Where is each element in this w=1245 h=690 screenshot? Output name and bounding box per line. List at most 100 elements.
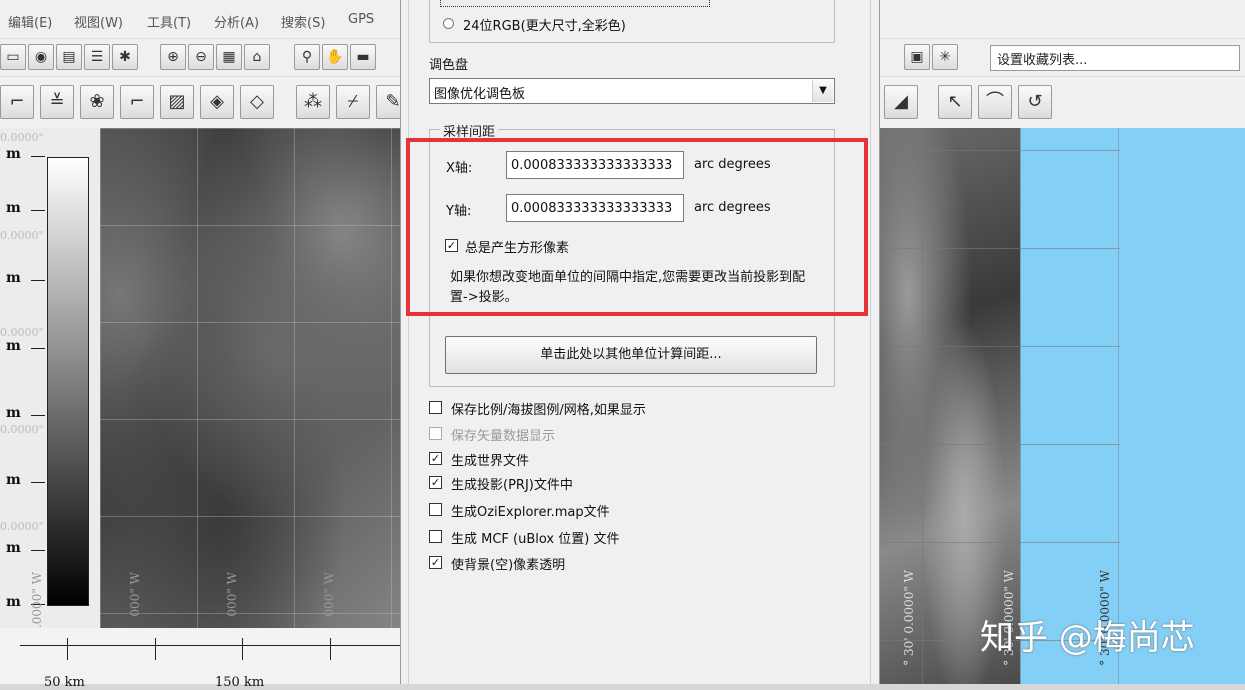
map-bottom-coord: 000" W [322,572,336,617]
legend-unit: m [6,472,21,488]
coord-label: 0.0000" [0,131,44,144]
palette-label: 调色盘 [429,58,469,73]
watermark: 知乎 @梅尚芯 [980,618,1195,658]
transparent-bg-checkbox[interactable]: ✓ [429,556,442,569]
legend-unit: m [6,405,21,421]
toolbar-drawing: ⌐ ≚ ❀ ⌐ ▨ ◈ ◇ ⁂ ⌿ ✎ [0,76,410,129]
scale-tick [155,638,156,660]
toolbar-right-drawing: ◢ ↖ ⌒ ↺ [880,76,1245,129]
ozi-map-checkbox[interactable] [429,503,442,516]
legend-tick [31,280,45,281]
coord-label: 0.0000" [0,229,44,242]
legend-tick [31,210,45,211]
dialog-border [870,0,871,684]
hand-icon[interactable]: ✋ [322,44,348,70]
menu-search[interactable]: 搜索(S) [281,12,325,31]
legend-unit: m [6,200,21,216]
draw-polygon-icon[interactable]: ◈ [200,85,234,119]
legend-tick [31,415,45,416]
tools-icon[interactable]: ✱ [112,44,138,70]
calculate-spacing-button[interactable]: 单击此处以其他单位计算间距... [445,336,817,374]
highlight-box [406,138,868,316]
zoom-out-icon[interactable]: ⊖ [188,44,214,70]
draw-points-icon[interactable]: ⁂ [296,85,330,119]
favorites-dropdown[interactable]: 设置收藏列表... [990,45,1240,71]
menu-edit[interactable]: 编辑(E) [8,12,52,31]
path-tool-icon[interactable]: ⌒ [978,85,1012,119]
transparent-bg-label: 使背景(空)像素透明 [451,558,566,573]
color-24bit-radio[interactable] [443,18,454,29]
book-icon[interactable]: ▣ [904,44,930,70]
draw-line-icon[interactable]: ⌐ [0,85,34,119]
save-vector-label: 保存矢量数据显示 [451,429,556,444]
world-file-label: 生成世界文件 [451,454,530,469]
map-bottom-coord: 0.0000" W [30,572,44,636]
map-grid-right [880,128,1120,684]
scale-tick [330,638,331,660]
coord-label: 0.0000" [0,423,44,436]
toolbar-button[interactable]: ▭ [0,44,26,70]
draw-edit-icon[interactable]: ⌿ [336,85,370,119]
draw-grid-icon[interactable]: ◇ [240,85,274,119]
sparkle-icon[interactable]: ✳ [932,44,958,70]
menu-analysis[interactable]: 分析(A) [214,12,259,31]
coord-label: 0.0000" [0,520,44,533]
prj-file-checkbox[interactable]: ✓ [429,476,442,489]
previous-option-focus[interactable] [440,0,710,7]
mcf-file-label: 生成 MCF (uBlox 位置) 文件 [451,532,620,547]
menu-bar: 编辑(E) 视图(W) 工具(T) 分析(A) 搜索(S) GPS [0,0,400,38]
legend-unit: m [6,338,21,354]
color-24bit-label: 24位RGB(更大尺寸,全彩色) [463,19,626,34]
map-icon[interactable]: ▦ [216,44,242,70]
legend-tick [31,550,45,551]
legend-unit: m [6,270,21,286]
scale-label: 50 km [44,675,85,690]
legend-tick [31,482,45,483]
scale-tick [67,638,68,660]
draw-path-icon[interactable]: ⌐ [120,85,154,119]
layers-icon[interactable]: ☰ [84,44,110,70]
scale-bar [20,645,400,646]
draw-shape-icon[interactable]: ≚ [40,85,74,119]
save-legend-grid-label: 保存比例/海拔图例/网格,如果显示 [451,403,646,418]
menu-gps[interactable]: GPS [348,12,374,27]
menu-bar-right [880,0,1245,38]
map-bottom-coord: ° 30' 0.0000" W [902,570,916,666]
world-file-checkbox[interactable]: ✓ [429,452,442,465]
map-grid [100,128,400,628]
draw-area-icon[interactable]: ❀ [80,85,114,119]
globe-icon[interactable]: ◉ [28,44,54,70]
save-vector-checkbox [429,427,442,440]
legend-tick [31,348,45,349]
dialog-border [408,0,409,684]
shape-icon[interactable]: ◢ [884,85,918,119]
undo-shape-icon[interactable]: ↺ [1018,85,1052,119]
prj-file-label: 生成投影(PRJ)文件中 [451,478,573,493]
ruler-icon[interactable]: ▬ [350,44,376,70]
home-icon[interactable]: ⌂ [244,44,270,70]
scale-label: 150 km [215,675,265,690]
map-divider [1118,128,1119,684]
palette-select[interactable]: 图像优化调色板 ▼ [429,78,835,104]
map-bottom-coord: 000" W [128,572,142,617]
legend-unit: m [6,146,21,162]
legend-unit: m [6,594,21,610]
elevation-color-bar [47,157,89,606]
zoom-tool-icon[interactable]: ⚲ [294,44,320,70]
chevron-down-icon[interactable]: ▼ [812,80,833,102]
arrow-tool-icon[interactable]: ↖ [938,85,972,119]
legend-tick [31,156,45,157]
legend-unit: m [6,540,21,556]
mcf-file-checkbox[interactable] [429,530,442,543]
menu-tools[interactable]: 工具(T) [147,12,191,31]
palette-value: 图像优化调色板 [434,87,526,102]
save-legend-grid-checkbox[interactable] [429,401,442,414]
scale-tick [242,638,243,660]
menu-view[interactable]: 视图(W) [74,12,123,31]
zoom-in-icon[interactable]: ⊕ [160,44,186,70]
ozi-map-label: 生成OziExplorer.map文件 [451,505,610,520]
document-icon[interactable]: ▤ [56,44,82,70]
toolbar-main: ▭ ◉ ▤ ☰ ✱ ⊕ ⊖ ▦ ⌂ ⚲ ✋ ▬ [0,38,400,77]
map-bottom-coord: 000" W [225,572,239,617]
draw-text-icon[interactable]: ▨ [160,85,194,119]
